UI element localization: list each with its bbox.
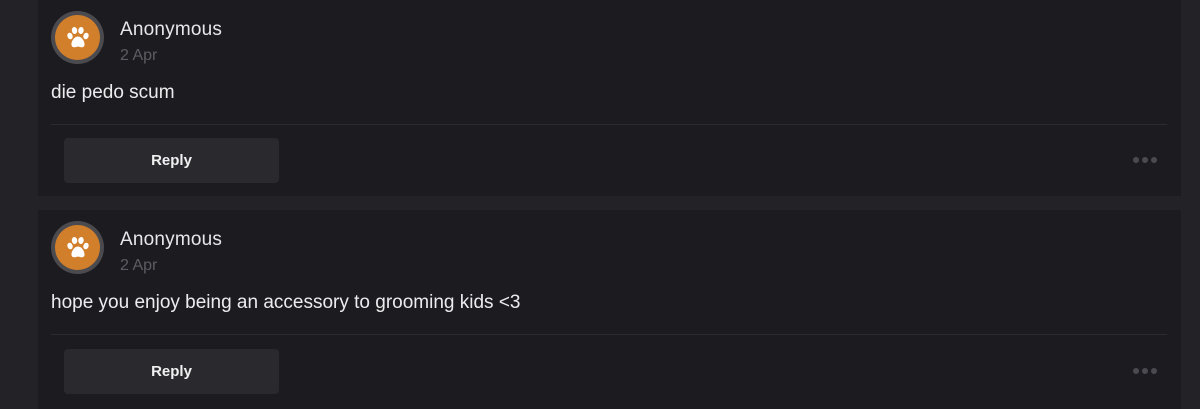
divider bbox=[51, 334, 1167, 335]
dot bbox=[1142, 157, 1148, 163]
avatar-badge bbox=[55, 225, 100, 270]
divider bbox=[51, 124, 1167, 125]
comment-text: die pedo scum bbox=[51, 82, 175, 103]
comment-card: Anonymous 2 Apr hope you enjoy being an … bbox=[38, 210, 1181, 409]
comment-author[interactable]: Anonymous bbox=[120, 229, 222, 251]
comment-date: 2 Apr bbox=[120, 257, 158, 274]
reply-button[interactable]: Reply bbox=[64, 138, 279, 183]
paw-icon bbox=[66, 26, 89, 47]
comment-date: 2 Apr bbox=[120, 47, 158, 64]
avatar-badge bbox=[55, 15, 100, 60]
comment-text: hope you enjoy being an accessory to gro… bbox=[51, 292, 521, 313]
avatar[interactable] bbox=[51, 11, 104, 64]
dot bbox=[1151, 157, 1157, 163]
dot bbox=[1133, 368, 1139, 374]
reply-button[interactable]: Reply bbox=[64, 349, 279, 394]
paw-icon bbox=[66, 236, 89, 257]
avatar[interactable] bbox=[51, 221, 104, 274]
dot bbox=[1151, 368, 1157, 374]
more-options-icon[interactable] bbox=[1133, 363, 1157, 379]
comment-card: Anonymous 2 Apr die pedo scum Reply bbox=[38, 0, 1181, 196]
dot bbox=[1142, 368, 1148, 374]
comment-feed: Anonymous 2 Apr die pedo scum Reply Anon… bbox=[0, 0, 1200, 409]
more-options-icon[interactable] bbox=[1133, 152, 1157, 168]
comment-author[interactable]: Anonymous bbox=[120, 19, 222, 41]
dot bbox=[1133, 157, 1139, 163]
